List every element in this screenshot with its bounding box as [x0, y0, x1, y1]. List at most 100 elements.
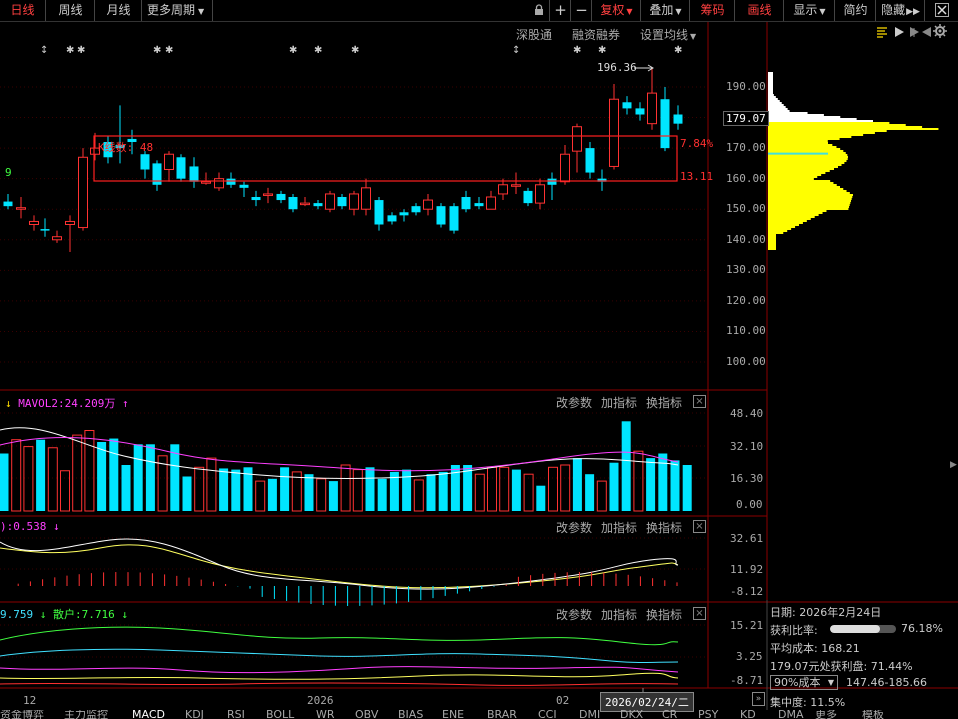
- vol-switch-indicator[interactable]: 换指标: [646, 394, 682, 411]
- flow-close-icon[interactable]: ×: [693, 607, 706, 620]
- candle-body-down: [673, 114, 683, 124]
- indicator-tab[interactable]: RSI: [227, 710, 245, 719]
- cost-range-selected: 90%成本: [774, 676, 821, 689]
- flow-add-indicator[interactable]: 加指标: [601, 606, 637, 623]
- event-marker-icon[interactable]: ✱: [314, 45, 322, 56]
- chip-back-icon[interactable]: [921, 26, 933, 41]
- chip-bar: [768, 208, 849, 210]
- candle-body-up: [29, 220, 39, 225]
- indicator-tab[interactable]: DKX: [620, 710, 643, 719]
- set-ma-link[interactable]: 设置均线 ▼: [640, 26, 696, 43]
- chip-bar: [768, 206, 850, 208]
- vol-add-indicator[interactable]: 加指标: [601, 394, 637, 411]
- event-marker-icon[interactable]: ✱: [165, 45, 173, 56]
- event-marker-icon[interactable]: ✱: [573, 45, 581, 56]
- margin-trading-link[interactable]: 融资融券: [572, 26, 620, 43]
- x-axis-label: 2026: [307, 694, 334, 707]
- indicator-tab[interactable]: ENE: [442, 710, 464, 719]
- tab-monthly[interactable]: 月线: [96, 0, 142, 21]
- event-marker-icon[interactable]: ✱: [674, 45, 682, 56]
- vol-tick: 48.40: [730, 407, 764, 420]
- chip-bar: [768, 102, 782, 104]
- indicator-tab[interactable]: 模板: [862, 710, 884, 719]
- range-count-label: K线数: 48: [98, 141, 154, 154]
- flow-line-red: [0, 682, 679, 686]
- volume-bar-up: [340, 464, 351, 512]
- chip-step-icon[interactable]: [908, 26, 920, 41]
- indicator-tab[interactable]: DMI: [579, 710, 600, 719]
- event-marker-icon[interactable]: ↕: [40, 45, 48, 56]
- close-icon[interactable]: [926, 0, 958, 21]
- top-toolbar: 日线 周线 月线 更多周期 ▼ + − 复权 ▼ 叠加 ▼ 筹码 画线 显示 ▼ 简约 …: [0, 0, 958, 22]
- vol-edit-params[interactable]: 改参数: [556, 394, 592, 411]
- indicator-tab[interactable]: WR: [316, 710, 335, 719]
- collapse-arrow-icon[interactable]: ▶: [950, 460, 957, 470]
- indicator-tab[interactable]: BIAS: [398, 710, 423, 719]
- hk-connect-link[interactable]: 深股通: [516, 26, 552, 43]
- event-marker-icon[interactable]: ✱: [77, 45, 85, 56]
- hide-button[interactable]: 隐藏▶▶: [877, 0, 925, 21]
- chip-mode-icon[interactable]: [876, 26, 888, 41]
- macd-tick: 32.61: [730, 532, 764, 545]
- adjust-rights-button[interactable]: 复权 ▼: [593, 0, 641, 21]
- macd-close-icon[interactable]: ×: [693, 520, 706, 533]
- volume-bar-down: [231, 469, 241, 511]
- indicator-tab[interactable]: 主力监控: [64, 710, 108, 719]
- candle-body-up: [16, 207, 26, 210]
- volume-bar-up: [499, 466, 510, 512]
- indicator-tab[interactable]: KDJ: [185, 710, 204, 719]
- indicator-tab[interactable]: CCI: [538, 710, 557, 719]
- volume-bar-down: [438, 471, 448, 511]
- vol-close-icon[interactable]: ×: [693, 395, 706, 408]
- chip-bar: [768, 138, 840, 140]
- chips-button[interactable]: 筹码: [691, 0, 735, 21]
- dropdown-arrow-icon: ▼: [819, 7, 826, 16]
- macd-switch-indicator[interactable]: 换指标: [646, 519, 682, 536]
- indicator-tab[interactable]: DMA: [778, 710, 804, 719]
- indicator-tab[interactable]: CR: [662, 710, 677, 719]
- event-marker-icon[interactable]: ✱: [351, 45, 359, 56]
- macd-add-indicator[interactable]: 加指标: [601, 519, 637, 536]
- indicator-tab[interactable]: OBV: [355, 710, 378, 719]
- indicator-tab[interactable]: PSY: [698, 710, 718, 719]
- indicator-tab[interactable]: BOLL: [266, 710, 294, 719]
- event-marker-icon[interactable]: ✱: [598, 45, 606, 56]
- chip-bar: [768, 108, 788, 110]
- tab-weekly[interactable]: 周线: [47, 0, 95, 21]
- indicator-tab[interactable]: KD: [740, 710, 756, 719]
- tab-daily[interactable]: 日线: [0, 0, 46, 21]
- cost-range-select[interactable]: 90%成本 ▼: [770, 675, 838, 690]
- candle-body-up: [214, 178, 224, 189]
- candle-body-up: [164, 153, 174, 171]
- draw-line-button[interactable]: 画线: [736, 0, 784, 21]
- simple-button[interactable]: 简约: [836, 0, 876, 21]
- gear-icon[interactable]: [933, 24, 947, 41]
- zoom-out-button[interactable]: −: [572, 0, 592, 21]
- macd-edit-params[interactable]: 改参数: [556, 519, 592, 536]
- display-button[interactable]: 显示 ▼: [785, 0, 835, 21]
- event-marker-icon[interactable]: ✱: [66, 45, 74, 56]
- chip-play-icon[interactable]: [893, 26, 905, 41]
- lock-icon[interactable]: [528, 0, 550, 21]
- overlay-button[interactable]: 叠加 ▼: [642, 0, 690, 21]
- indicator-tab[interactable]: BRAR: [487, 710, 517, 719]
- chip-bar: [768, 236, 776, 238]
- event-marker-icon[interactable]: ↕: [512, 45, 520, 56]
- volume-bar-down: [609, 462, 619, 511]
- indicator-tab[interactable]: 资金博弈: [0, 710, 44, 719]
- zoom-in-button[interactable]: +: [551, 0, 571, 21]
- expand-icon[interactable]: »: [752, 692, 765, 706]
- flow-edit-params[interactable]: 改参数: [556, 606, 592, 623]
- event-marker-icon[interactable]: ✱: [153, 45, 161, 56]
- price-tick: 130.00: [726, 263, 766, 276]
- flow-switch-indicator[interactable]: 换指标: [646, 606, 682, 623]
- current-price-label: 179.07: [723, 111, 769, 126]
- event-marker-icon[interactable]: ✱: [289, 45, 297, 56]
- indicator-tab[interactable]: MACD: [132, 710, 165, 719]
- volume-bar-down: [670, 460, 680, 511]
- arrow-down-icon: ↓: [33, 608, 53, 621]
- more-periods-label: 更多周期: [147, 3, 196, 17]
- volume-bar-down: [0, 453, 9, 511]
- indicator-tab[interactable]: 更多: [815, 710, 837, 719]
- tab-more-periods[interactable]: 更多周期 ▼: [143, 0, 213, 21]
